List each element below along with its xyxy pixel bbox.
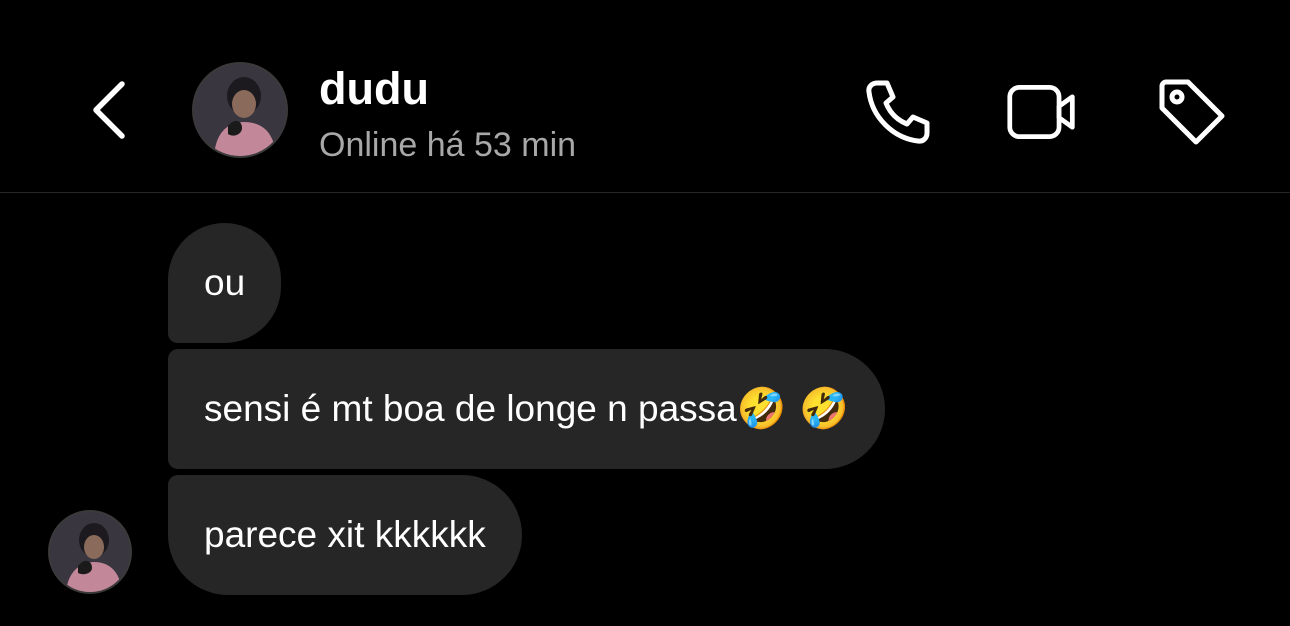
message-bubble[interactable]: sensi é mt boa de longe n passa 🤣 🤣 xyxy=(168,349,886,469)
sender-avatar[interactable] xyxy=(48,510,132,594)
message-text: sensi é mt boa de longe n passa xyxy=(204,388,737,429)
chevron-left-icon xyxy=(93,81,125,139)
message-bubble[interactable]: ou xyxy=(168,223,282,343)
rolling-laughing-emoji: 🤣 🤣 xyxy=(736,386,850,432)
tag-icon xyxy=(1159,79,1225,145)
video-camera-icon xyxy=(1007,85,1075,139)
contact-name[interactable]: dudu xyxy=(319,62,429,116)
profile-photo xyxy=(194,64,286,156)
phone-icon xyxy=(866,80,930,144)
message-bubble[interactable]: parece xit kkkkkk xyxy=(168,475,522,595)
chat-header: dudu Online há 53 min xyxy=(0,0,1290,193)
voice-call-button[interactable] xyxy=(862,76,934,148)
tag-button[interactable] xyxy=(1156,76,1228,148)
profile-photo xyxy=(50,512,130,592)
video-call-button[interactable] xyxy=(1006,76,1078,148)
message-text: parece xit kkkkkk xyxy=(204,514,486,555)
contact-avatar[interactable] xyxy=(192,62,288,158)
online-status: Online há 53 min xyxy=(319,126,577,164)
back-button[interactable] xyxy=(80,72,136,148)
message-text: ou xyxy=(204,262,246,303)
